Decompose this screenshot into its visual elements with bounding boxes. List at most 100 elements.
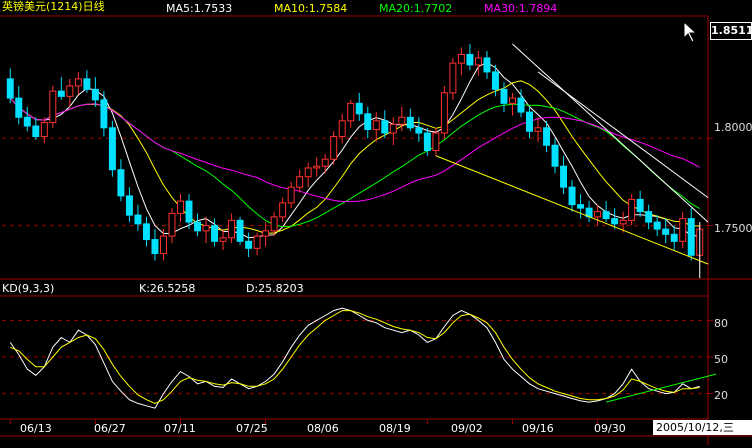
candle-body-22: [194, 221, 202, 232]
candle-body-7: [66, 85, 74, 97]
candle-body-4: [40, 122, 48, 138]
date-readout-box: 2005/10/12,三: [653, 420, 752, 435]
candle-body-34: [296, 176, 304, 188]
k-value-label: K:26.5258: [139, 282, 196, 295]
candle-body-78: [670, 233, 678, 242]
candle-body-24: [211, 225, 219, 242]
candle-body-15: [134, 214, 142, 225]
candle-body-33: [287, 186, 295, 204]
candle-body-73: [628, 198, 636, 221]
candle-body-50: [432, 132, 440, 151]
candle-body-77: [662, 228, 670, 235]
candle-body-25: [219, 237, 227, 242]
candle-body-80: [687, 218, 695, 256]
candle-body-57: [491, 71, 499, 90]
candle-body-51: [440, 92, 448, 134]
candle-body-41: [355, 102, 363, 115]
price-tick-1.7500: 1.7500: [714, 222, 752, 235]
candle-body-70: [602, 211, 610, 220]
candle-body-45: [389, 123, 397, 134]
candle-body-56: [483, 57, 491, 73]
candle-body-12: [108, 127, 116, 171]
ma30-label: MA30:1.7894: [484, 2, 558, 15]
candle-body-75: [645, 211, 653, 223]
x-label-07-11: 07/11: [164, 422, 196, 435]
candle-body-60: [517, 97, 525, 113]
x-label-09-16: 09/16: [522, 422, 554, 435]
candle-body-40: [347, 102, 355, 122]
candle-body-58: [500, 88, 508, 104]
candle-body-2: [23, 116, 31, 127]
candle-body-17: [151, 239, 159, 255]
candle-body-64: [551, 144, 559, 167]
candle-body-66: [568, 186, 576, 206]
ma10-label: MA10:1.7584: [274, 2, 348, 15]
candle-body-29: [253, 235, 261, 249]
candle-body-42: [364, 113, 372, 131]
candle-body-0: [6, 78, 14, 99]
candle-body-53: [457, 53, 465, 64]
candle-body-79: [679, 218, 687, 242]
chart-svg[interactable]: [0, 0, 752, 445]
candle-body-44: [381, 120, 389, 134]
candle-body-55: [474, 57, 482, 66]
x-label-09-30: 09/30: [594, 422, 626, 435]
candle-body-38: [330, 136, 338, 160]
candle-body-59: [508, 97, 516, 104]
candle-body-39: [338, 120, 346, 138]
candle-body-21: [185, 200, 193, 223]
candle-body-36: [313, 165, 321, 169]
x-label-08-19: 08/19: [379, 422, 411, 435]
candle-body-37: [321, 158, 329, 167]
candle-body-69: [594, 211, 602, 218]
candle-body-46: [398, 116, 406, 125]
candle-body-16: [142, 223, 150, 241]
candle-body-43: [372, 120, 380, 131]
resistance-trendline-1: [512, 43, 709, 223]
chart-stage: 英镑美元(1214)日线 MA5:1.7533 MA10:1.7584 MA20…: [0, 0, 752, 445]
candle-body-13: [117, 169, 125, 197]
candle-body-30: [262, 230, 270, 237]
candle-body-61: [526, 111, 533, 132]
candle-body-14: [125, 195, 133, 216]
support-trendline: [435, 155, 709, 265]
candle-body-28: [245, 240, 253, 249]
candle-body-5: [49, 90, 57, 124]
candle-body-52: [449, 62, 457, 94]
candle-body-1: [15, 97, 23, 118]
candle-body-71: [611, 218, 619, 225]
ma5-label: MA5:1.7533: [166, 2, 233, 15]
kd-tick-50: 50: [714, 353, 728, 366]
candle-body-65: [560, 165, 568, 188]
ma20-label: MA20:1.7702: [379, 2, 453, 15]
candle-body-9: [83, 78, 91, 90]
candle-body-27: [236, 219, 244, 242]
x-label-06-13: 06/13: [20, 422, 52, 435]
candle-body-26: [228, 219, 236, 239]
candle-body-67: [577, 204, 585, 209]
kd-tick-20: 20: [714, 389, 728, 402]
kd-support-trendline: [605, 373, 717, 403]
candle-body-76: [653, 221, 661, 230]
candle-body-23: [202, 225, 210, 232]
candle-body-62: [534, 127, 542, 132]
candle-body-31: [270, 216, 278, 232]
candle-body-3: [32, 125, 40, 138]
candle-body-11: [100, 99, 108, 129]
mouse-cursor-icon: [683, 20, 698, 43]
d-value-label: D:25.8203: [246, 282, 304, 295]
candle-body-63: [543, 127, 551, 146]
candle-body-6: [57, 90, 65, 97]
chart-title: 英镑美元(1214)日线: [2, 0, 105, 13]
candle-body-48: [415, 127, 423, 134]
x-label-09-02: 09/02: [451, 422, 483, 435]
candle-body-20: [177, 200, 184, 214]
x-label-08-06: 08/06: [307, 422, 339, 435]
x-label-06-27: 06/27: [94, 422, 126, 435]
candle-body-10: [91, 88, 99, 101]
kd-tick-80: 80: [714, 317, 728, 330]
price-tick-1.8000: 1.8000: [714, 121, 752, 134]
candle-body-49: [423, 132, 431, 151]
x-label-07-25: 07/25: [236, 422, 268, 435]
candle-body-32: [279, 202, 287, 218]
